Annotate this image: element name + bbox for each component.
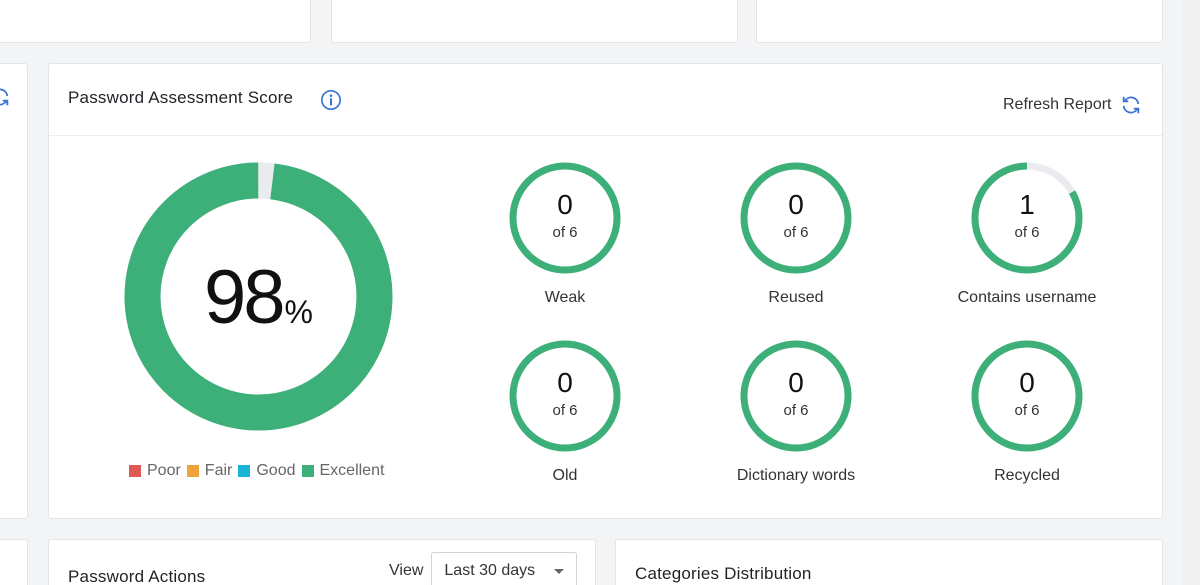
view-filter: View Last 30 days bbox=[389, 552, 578, 585]
metric-total: of 6 bbox=[552, 402, 578, 419]
metric-label: Weak bbox=[544, 289, 586, 306]
legend-item-poor: Poor bbox=[129, 462, 181, 480]
legend-item-excellent: Excellent bbox=[301, 462, 385, 480]
metric-dictionary-words[interactable]: 0 of 6 Dictionary words bbox=[706, 339, 886, 485]
score-legend: Poor Fair Good Excellent bbox=[129, 462, 384, 480]
legend-swatch bbox=[186, 465, 199, 477]
metric-count: 0 bbox=[1019, 367, 1035, 398]
legend-swatch bbox=[129, 465, 141, 477]
password-actions-title: Password Actions bbox=[68, 567, 206, 585]
metric-old[interactable]: 0 of 6 Old bbox=[475, 339, 655, 485]
metric-weak[interactable]: 0 of 6 Weak bbox=[475, 161, 655, 307]
metric-count: 1 bbox=[1019, 189, 1035, 220]
metric-total: of 6 bbox=[1014, 402, 1040, 419]
metric-label: Recycled bbox=[994, 467, 1060, 484]
metric-label: Dictionary words bbox=[736, 467, 856, 484]
metric-total: of 6 bbox=[1014, 224, 1040, 241]
legend-label: Excellent bbox=[319, 462, 385, 479]
legend-label: Good bbox=[256, 462, 296, 479]
refresh-icon bbox=[1122, 96, 1139, 114]
metric-contains-username[interactable]: 1 of 6 Contains username bbox=[937, 161, 1117, 307]
metric-count: 0 bbox=[788, 189, 804, 220]
scrollbar[interactable] bbox=[1183, 0, 1200, 585]
metric-total: of 6 bbox=[783, 224, 809, 241]
top-card-middle bbox=[331, 0, 738, 43]
score-value: 98% bbox=[122, 254, 395, 341]
metric-count: 0 bbox=[557, 189, 573, 220]
metric-count: 0 bbox=[557, 367, 573, 398]
score-number: 98 bbox=[204, 255, 286, 340]
legend-label: Poor bbox=[147, 462, 181, 479]
metric-label: Reused bbox=[768, 289, 824, 306]
page-title: Password Assessment Score bbox=[68, 88, 294, 107]
legend-label: Fair bbox=[204, 462, 233, 479]
view-label: View bbox=[389, 562, 424, 579]
bottom-left-partial-card bbox=[0, 539, 28, 585]
password-assessment-card: Password Assessment Score Refresh Report… bbox=[48, 63, 1163, 519]
top-card-left bbox=[0, 0, 311, 43]
legend-item-fair: Fair bbox=[186, 462, 233, 480]
metric-label: Contains username bbox=[957, 289, 1097, 306]
date-range-select[interactable]: Last 30 days bbox=[431, 552, 578, 585]
metric-total: of 6 bbox=[552, 224, 578, 241]
legend-swatch bbox=[238, 465, 251, 477]
metric-count: 0 bbox=[788, 367, 804, 398]
legend-item-good: Good bbox=[238, 462, 296, 480]
legend-swatch bbox=[301, 465, 314, 477]
top-card-right bbox=[756, 0, 1163, 43]
password-actions-card: Password Actions View Last 30 days bbox=[48, 539, 596, 585]
metric-reused[interactable]: 0 of 6 Reused bbox=[706, 161, 886, 307]
metric-label: Old bbox=[552, 467, 578, 484]
left-partial-card bbox=[0, 63, 28, 519]
date-range-value: Last 30 days bbox=[444, 562, 536, 579]
refresh-icon[interactable] bbox=[0, 86, 11, 108]
score-unit: % bbox=[284, 294, 313, 330]
categories-title: Categories Distribution bbox=[635, 564, 812, 583]
chevron-down-icon bbox=[554, 568, 565, 574]
refresh-report-label: Refresh Report bbox=[1003, 96, 1112, 113]
card-divider bbox=[49, 135, 1162, 136]
categories-distribution-card: Categories Distribution bbox=[615, 539, 1163, 585]
refresh-report-button[interactable]: Refresh Report bbox=[1003, 94, 1142, 116]
metric-total: of 6 bbox=[783, 402, 809, 419]
info-icon[interactable] bbox=[320, 89, 342, 111]
metric-recycled[interactable]: 0 of 6 Recycled bbox=[937, 339, 1117, 485]
